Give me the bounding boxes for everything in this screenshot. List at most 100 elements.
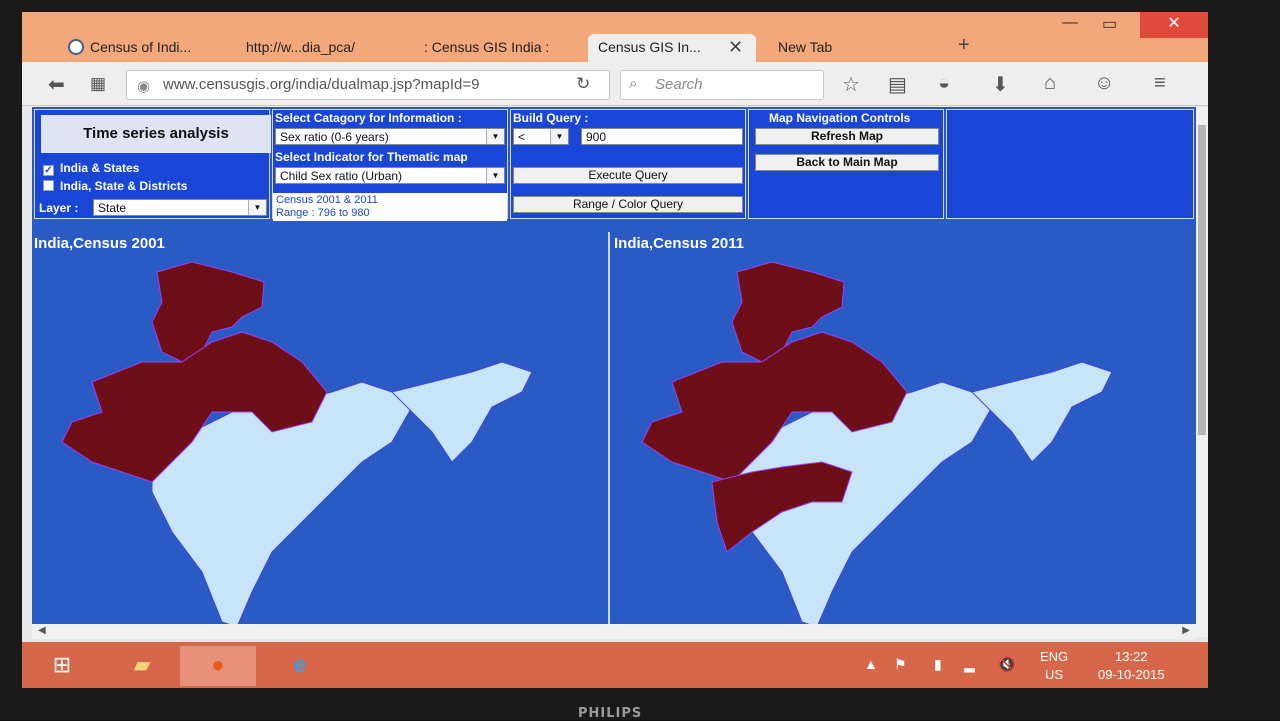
tab-census-of-india[interactable]: Census of Indi... [58, 34, 228, 62]
census-range-info: Census 2001 & 2011 Range : 796 to 980 [273, 193, 507, 221]
checkbox-unchecked-icon[interactable] [43, 180, 54, 191]
file-explorer-icon[interactable]: ▰ [104, 646, 180, 686]
new-tab-plus-icon[interactable]: + [958, 34, 970, 57]
minimize-icon[interactable]: — [1062, 14, 1078, 32]
execute-query-button[interactable]: Execute Query [513, 167, 743, 184]
dropdown-arrow-icon: ▼ [486, 129, 504, 144]
checkbox-checked-icon[interactable]: ✓ [43, 165, 54, 176]
show-hidden-icons-icon[interactable]: ▲ [864, 656, 878, 672]
home-icon[interactable]: ⌂ [1044, 72, 1056, 95]
layer-option-label: India & States [60, 161, 140, 175]
url-bar[interactable]: ◉ www.censusgis.org/india/dualmap.jsp?ma… [126, 70, 610, 100]
time-series-title: Time series analysis [41, 115, 271, 153]
indicator-select-value: Child Sex ratio (Urban) [280, 169, 403, 183]
reading-list-icon[interactable]: ▤ [888, 72, 907, 97]
search-placeholder: Search [655, 76, 703, 93]
bookmark-star-icon[interactable]: ☆ [842, 72, 860, 97]
ne-region [391, 361, 533, 463]
indicator-label: Select Indicator for Thematic map [275, 150, 468, 164]
map-census-2001[interactable]: India,Census 2001 [32, 232, 610, 632]
layer-select[interactable]: State ▼ [93, 199, 267, 216]
firefox-icon[interactable]: ● [180, 646, 256, 686]
layer-select-value: State [98, 201, 127, 215]
refresh-map-button[interactable]: Refresh Map [755, 128, 939, 145]
monitor-brand-logo: PHILIPS [578, 706, 643, 721]
query-value-text: 900 [586, 130, 607, 144]
language-code: ENG [1040, 649, 1069, 664]
dropdown-arrow-icon: ▼ [248, 200, 266, 215]
tab-new-tab[interactable]: New Tab [768, 34, 938, 62]
system-clock[interactable]: 13:22 09-10-2015 [1098, 648, 1165, 684]
map-census-2011[interactable]: India,Census 2011 [612, 232, 1196, 632]
vertical-scrollbar[interactable] [1196, 107, 1208, 637]
maximize-icon[interactable]: ▭ [1102, 14, 1117, 34]
category-select-value: Sex ratio (0-6 years) [280, 130, 389, 144]
tab-bar: Census of Indi... http://w...dia_pca/ : … [22, 12, 1208, 62]
tab-label: : Census GIS India : [424, 39, 550, 55]
internet-explorer-icon[interactable]: e [262, 646, 338, 686]
india-map-2011 [641, 261, 1113, 628]
scroll-right-icon[interactable]: ▶ [1182, 625, 1190, 636]
build-query-panel: Build Query : < ▼ 900 Execute Query Rang… [510, 109, 746, 219]
range-color-query-button[interactable]: Range / Color Query [513, 196, 743, 213]
category-select[interactable]: Sex ratio (0-6 years) ▼ [275, 128, 505, 145]
horizontal-scrollbar[interactable]: ◀ ▶ [32, 624, 1196, 639]
tab-label: Census of Indi... [90, 39, 192, 55]
reload-icon[interactable]: ↻ [576, 74, 590, 94]
battery-icon[interactable]: ▮ [934, 656, 942, 673]
url-text: www.censusgis.org/india/dualmap.jsp?mapI… [163, 76, 480, 93]
operator-select-value: < [518, 130, 526, 144]
operator-select[interactable]: < ▼ [513, 128, 569, 145]
library-icon[interactable]: ▦ [90, 74, 106, 94]
search-icon: ⌕ [629, 75, 638, 92]
tab-census-gis-india[interactable]: : Census GIS India : [414, 34, 584, 62]
back-arrow-icon[interactable]: ⬅ [48, 72, 65, 97]
map-nav-title: Map Navigation Controls [769, 111, 911, 125]
windows-start-icon[interactable]: ⊞ [24, 646, 100, 686]
indicator-select[interactable]: Child Sex ratio (Urban) ▼ [275, 167, 505, 184]
map-2001-title: India,Census 2001 [34, 235, 165, 252]
dropdown-arrow-icon: ▼ [486, 168, 504, 183]
back-to-main-map-button[interactable]: Back to Main Map [755, 154, 939, 171]
census-favicon-icon [68, 39, 84, 55]
scroll-left-icon[interactable]: ◀ [38, 625, 46, 636]
pocket-icon[interactable]: ◒ [938, 72, 950, 95]
menu-icon[interactable]: ≡ [1154, 72, 1166, 95]
layer-option-india-states[interactable]: ✓ India & States [43, 161, 139, 176]
layer-option-india-state-districts[interactable]: India, State & Districts [43, 179, 187, 193]
screen: Census of Indi... http://w...dia_pca/ : … [22, 12, 1208, 688]
language-indicator[interactable]: ENG US [1040, 648, 1068, 684]
ne-region [971, 361, 1113, 463]
india-map-2001 [61, 261, 533, 628]
speaker-muted-icon[interactable]: 🔇 [998, 656, 1015, 673]
clock-date: 09-10-2015 [1098, 667, 1165, 682]
action-center-flag-icon[interactable]: ⚑ [894, 656, 907, 673]
query-value-input[interactable]: 900 [581, 128, 743, 145]
build-query-label: Build Query : [513, 111, 589, 125]
map-navigation-panel: Map Navigation Controls Refresh Map Back… [748, 109, 944, 219]
tab-label: http://w...dia_pca/ [246, 39, 355, 55]
nav-bar: ⬅ ▦ ◉ www.censusgis.org/india/dualmap.js… [22, 62, 1208, 106]
dropdown-arrow-icon: ▼ [550, 129, 568, 144]
tab-label: New Tab [778, 39, 833, 55]
tab-pca[interactable]: http://w...dia_pca/ [236, 34, 406, 62]
download-icon[interactable]: ⬇ [992, 72, 1009, 97]
search-input[interactable]: ⌕ Search [620, 70, 824, 100]
region-code: US [1045, 667, 1064, 682]
range-info-text: Range : 796 to 980 [276, 207, 370, 219]
scrollbar-thumb[interactable] [1198, 125, 1206, 435]
category-panel: Select Catagory for Information : Sex ra… [272, 109, 508, 221]
category-label: Select Catagory for Information : [275, 111, 462, 125]
network-signal-icon[interactable]: ▂ [964, 656, 975, 673]
census-info-text: Census 2001 & 2011 [276, 194, 378, 206]
time-series-panel: Time series analysis ✓ India & States Ind… [34, 109, 271, 219]
empty-panel [946, 109, 1194, 219]
clock-time: 13:22 [1114, 649, 1148, 664]
tab-label: Census GIS In... [598, 39, 701, 55]
windows-taskbar: ⊞ ▰ ● e ▲ ⚑ ▮ ▂ 🔇 ENG US 13:22 09-10-201… [22, 642, 1208, 688]
globe-icon: ◉ [137, 78, 151, 95]
window-close-button[interactable]: ✕ [1140, 12, 1208, 38]
layer-label: Layer : [39, 201, 79, 215]
close-tab-icon[interactable]: ✕ [728, 37, 743, 58]
hello-chat-icon[interactable]: ☺ [1094, 72, 1114, 95]
